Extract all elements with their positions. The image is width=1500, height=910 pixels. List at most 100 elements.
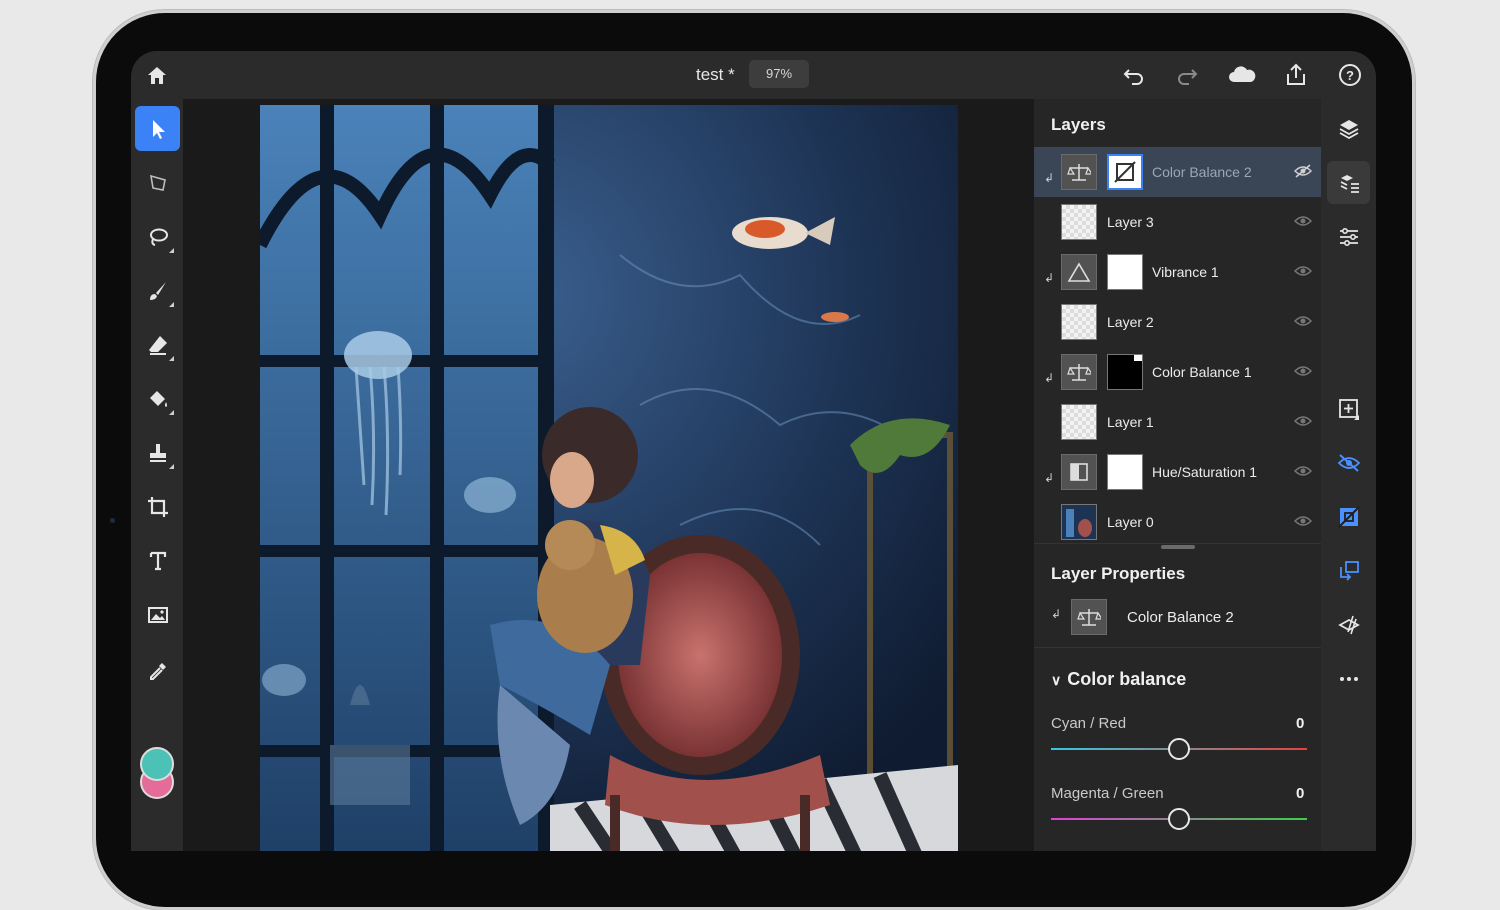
clip-icon [1339,560,1359,581]
magenta-green-label: Magenta / Green [1051,785,1164,802]
cyan-red-label: Cyan / Red [1051,715,1127,732]
eye-icon[interactable] [1294,414,1312,428]
help-icon[interactable]: ? [1337,62,1363,88]
canvas-artwork[interactable] [260,105,958,851]
type-tool[interactable] [135,538,180,583]
adjustments-button[interactable] [1327,215,1370,258]
redo-icon[interactable] [1174,62,1200,88]
layers-panel: Layers ↲ Color Balance 2 Layer 3 ↲ Vibra… [1034,99,1321,851]
layer-row-layer-2[interactable]: Layer 2 [1034,297,1321,347]
eye-icon[interactable] [1294,264,1312,278]
layer-row-layer-0[interactable]: Layer 0 [1034,497,1321,547]
select-tool[interactable] [135,106,180,151]
layer-name: Vibrance 1 [1152,264,1219,280]
layer-list-button[interactable] [1327,161,1370,204]
balance-icon [1061,354,1097,390]
layers-panel-title: Layers [1051,115,1106,134]
magenta-green-value[interactable]: 0 [1296,785,1304,802]
layer-mask-thumbnail[interactable] [1107,354,1143,390]
camera-dot [110,518,115,523]
lasso-icon [149,228,168,246]
fx-button[interactable] [1327,603,1370,646]
fill-tool[interactable] [135,376,180,421]
panel-resize-handle[interactable] [1161,545,1195,549]
eyedropper-tool[interactable] [135,648,180,693]
eraser-icon [148,335,167,355]
layer-mask-thumbnail[interactable] [1107,254,1143,290]
transform-icon [149,174,166,191]
clip-arrow-icon: ↲ [1044,471,1055,485]
brush-tool[interactable] [135,268,180,313]
eye-icon[interactable] [1294,514,1312,528]
stamp-icon [149,443,166,462]
layer-row-color-balance-1[interactable]: ↲ Color Balance 1 [1034,347,1321,397]
layers-icon [1339,119,1358,139]
magenta-green-slider-thumb[interactable] [1168,808,1190,830]
arrow-pointer-icon [152,119,165,139]
cloud-icon[interactable] [1227,62,1257,88]
zoom-level[interactable]: 97% [749,60,809,88]
mask-icon [1337,505,1360,528]
eye-icon[interactable] [1294,314,1312,328]
layer-row-layer-3[interactable]: Layer 3 [1034,197,1321,247]
eyedropper-icon [149,662,166,680]
right-task-bar [1321,99,1376,851]
eraser-tool[interactable] [135,322,180,367]
mask-hidden-icon [1114,161,1136,183]
image-icon [147,606,168,623]
brush-icon [149,281,166,300]
add-layer-button[interactable] [1327,387,1370,430]
clip-arrow-icon: ↲ [1044,171,1055,185]
canvas-area[interactable] [183,99,1034,851]
fx-icon [1337,615,1360,634]
clip-arrow-icon: ↲ [1044,371,1055,385]
layer-name: Layer 3 [1107,214,1154,230]
undo-icon[interactable] [1121,62,1147,88]
type-icon [149,551,166,570]
crop-icon [147,496,168,517]
eye-icon[interactable] [1294,364,1312,378]
color-balance-section-header[interactable]: ∨ Color balance [1051,669,1186,690]
place-image-tool[interactable] [135,592,180,637]
more-button[interactable] [1327,657,1370,700]
clip-button[interactable] [1327,549,1370,592]
eye-icon[interactable] [1294,214,1312,228]
panel-divider [1034,543,1321,544]
layer-properties-title: Layer Properties [1051,564,1186,583]
visibility-button[interactable] [1327,441,1370,484]
eye-icon[interactable] [1294,464,1312,478]
layer-mask-thumbnail[interactable] [1107,454,1143,490]
properties-layer-name: Color Balance 2 [1127,609,1234,626]
layer-row-color-balance-2[interactable]: ↲ Color Balance 2 [1034,147,1321,197]
triangle-icon [1061,254,1097,290]
layers-button[interactable] [1327,107,1370,150]
cyan-red-value[interactable]: 0 [1296,715,1304,732]
layer-thumbnail [1061,204,1097,240]
layer-name: Layer 0 [1107,514,1154,530]
layer-name: Layer 1 [1107,414,1154,430]
adjustments-icon [1339,227,1358,246]
submenu-indicator [169,464,174,469]
share-icon[interactable] [1283,62,1309,88]
document-title[interactable]: test * [696,65,735,85]
layer-mask-thumbnail[interactable] [1107,154,1143,190]
foreground-color-swatch[interactable] [140,747,174,781]
stamp-tool[interactable] [135,430,180,475]
layer-image-thumbnail [1061,504,1097,540]
svg-text:?: ? [1346,68,1354,83]
layer-row-layer-1[interactable]: Layer 1 [1034,397,1321,447]
add-layer-icon [1338,398,1359,420]
home-icon[interactable] [145,64,169,86]
crop-tool[interactable] [135,484,180,529]
chevron-down-icon: ∨ [1051,672,1062,688]
cyan-red-slider-thumb[interactable] [1168,738,1190,760]
eye-hidden-icon[interactable] [1294,164,1312,178]
paint-bucket-icon [149,390,167,407]
layer-row-hue-saturation-1[interactable]: ↲ Hue/Saturation 1 [1034,447,1321,497]
panel-divider [1034,647,1321,648]
mask-button[interactable] [1327,495,1370,538]
layer-row-vibrance-1[interactable]: ↲ Vibrance 1 [1034,247,1321,297]
transform-tool[interactable] [135,160,180,205]
layer-thumbnail [1061,304,1097,340]
lasso-tool[interactable] [135,214,180,259]
